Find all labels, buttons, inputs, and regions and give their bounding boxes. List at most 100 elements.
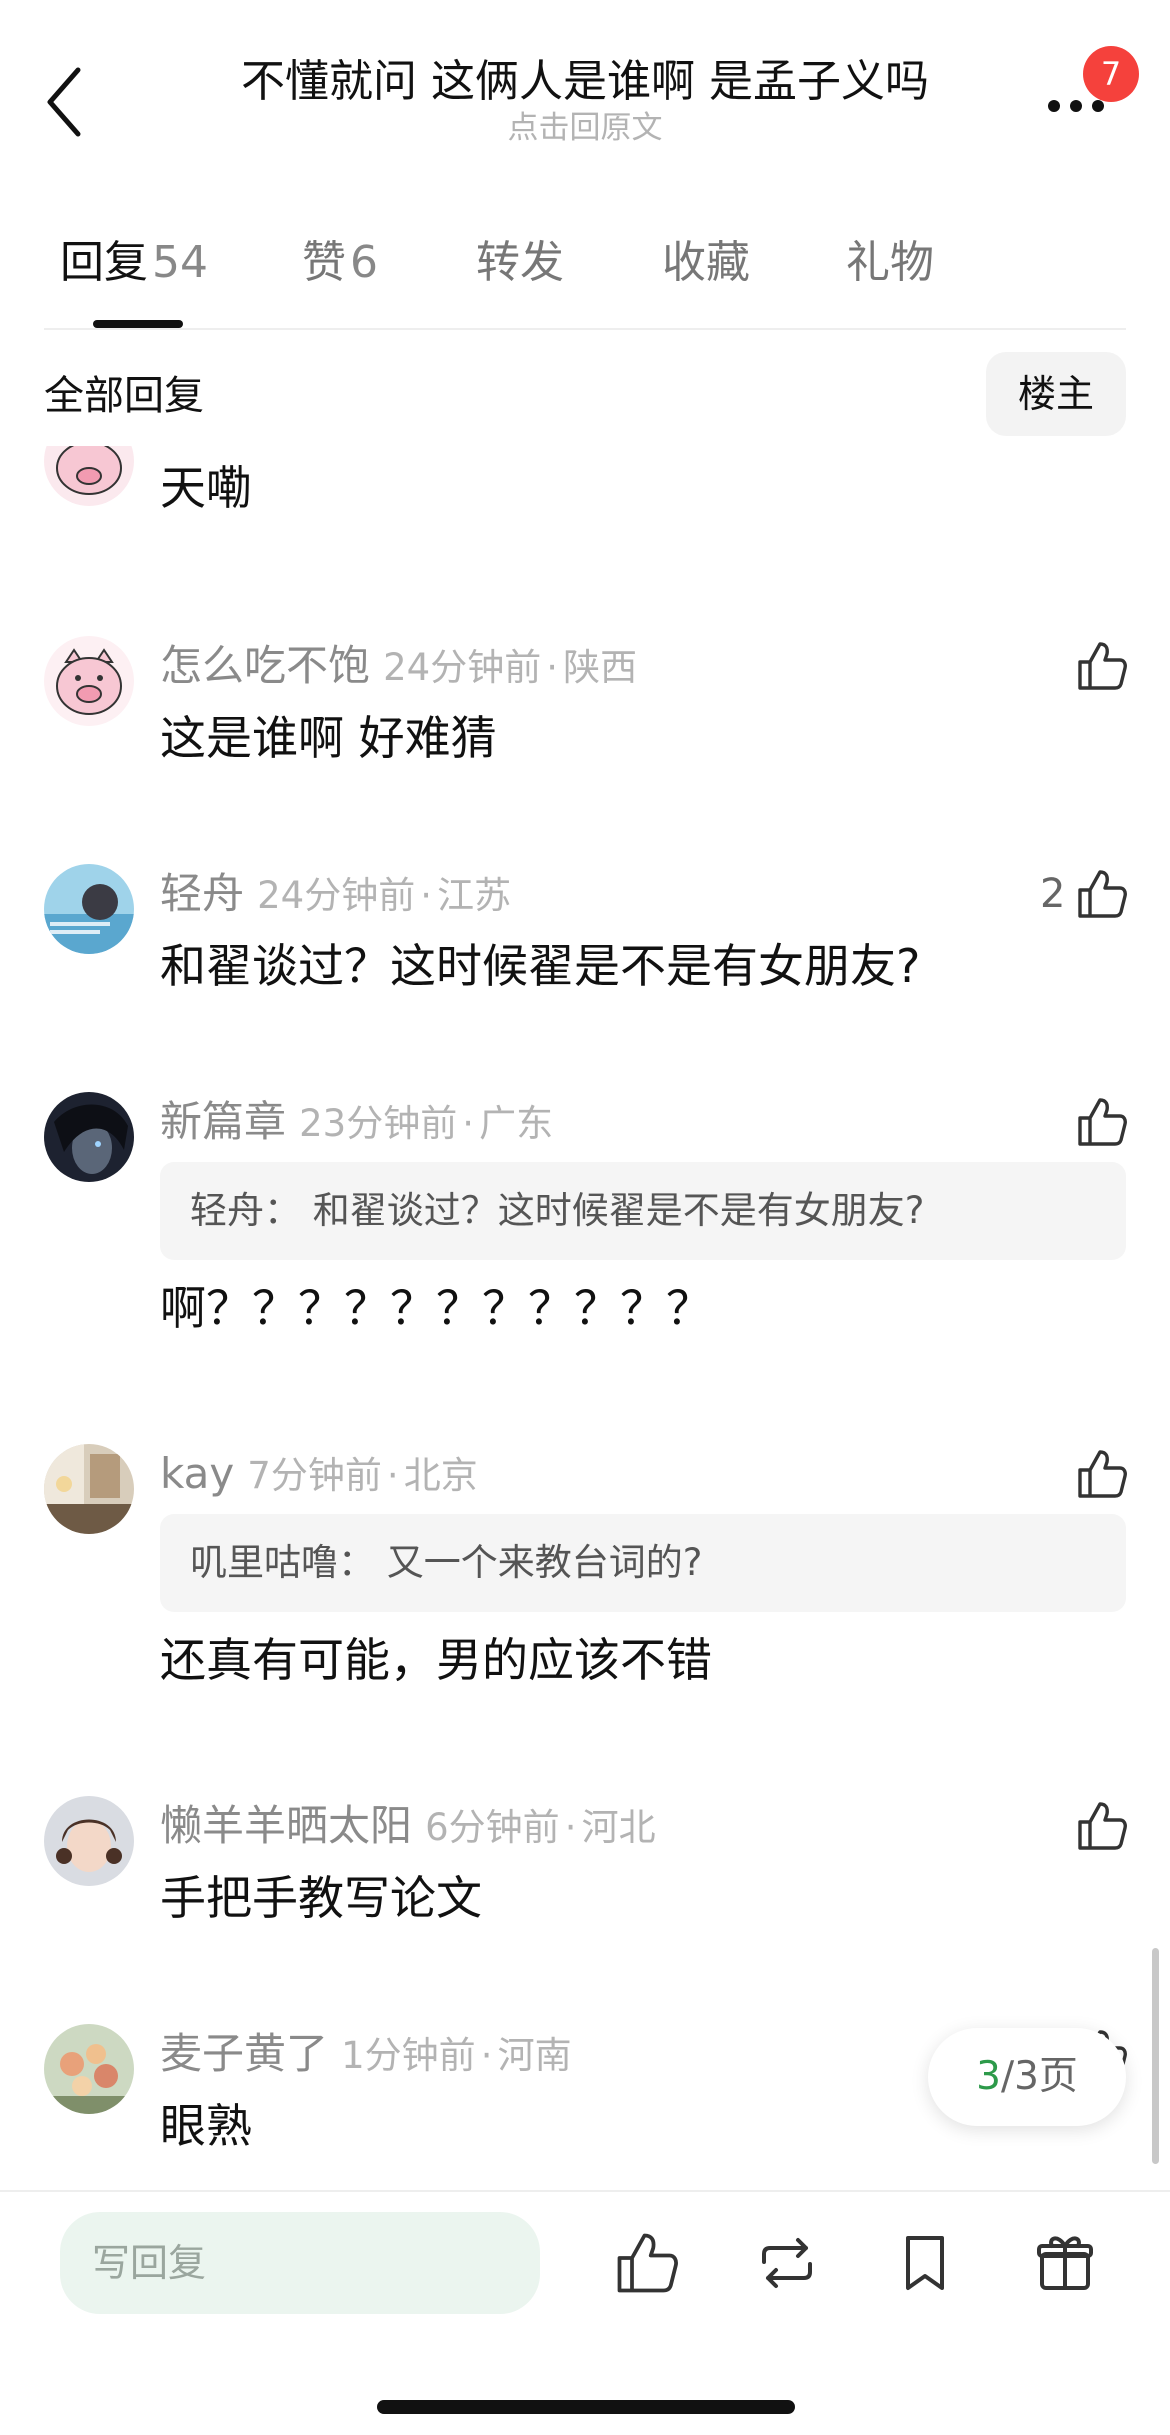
comment-item: 懒羊羊晒太阳 6分钟前 · 河北 手把手教写论文 xyxy=(0,1796,1170,1956)
username[interactable]: 麦子黄了 xyxy=(160,2029,328,2078)
comment-detail-page: 不懂就问 这俩人是谁啊 是孟子义吗 点击回原文 7 回复54 赞6 转发 收藏 … xyxy=(0,0,1170,2435)
comment-meta: 轻舟 24分钟前 · 江苏 xyxy=(160,864,511,933)
thumbs-up-icon xyxy=(1078,870,1127,918)
separator: · xyxy=(462,1102,475,1145)
location: 河北 xyxy=(581,1806,656,1849)
total-pages: /3页 xyxy=(1000,2054,1078,2099)
like-button[interactable] xyxy=(1074,1094,1130,1150)
username[interactable]: 懒羊羊晒太阳 xyxy=(160,1801,412,1850)
like-post-button[interactable] xyxy=(612,2228,682,2298)
gift-button[interactable] xyxy=(1030,2228,1100,2298)
pig-avatar-icon xyxy=(44,636,134,726)
comment-text: 这是谁啊 好难猜 xyxy=(160,711,497,765)
thumbs-up-icon xyxy=(1078,642,1127,690)
comment-list: 天嘞 怎么吃不饱 24分钟前 · 陕西 这是谁啊 好难猜 轻舟 24分钟前 · … xyxy=(0,446,1170,2186)
timestamp: 7分钟前 xyxy=(247,1454,382,1497)
comment-item: kay 7分钟前 · 北京 叽里咕噜： 又一个来教台词的? 还真有可能，男的应该… xyxy=(0,1444,1170,1687)
more-dot xyxy=(1092,100,1104,112)
quoted-reply[interactable]: 叽里咕噜： 又一个来教台词的? xyxy=(160,1514,1126,1612)
quoted-reply[interactable]: 轻舟： 和翟谈过？这时候翟是不是有女朋友? xyxy=(160,1162,1126,1260)
current-page: 3 xyxy=(976,2054,1001,2099)
avatar[interactable] xyxy=(44,1796,134,1886)
tab-label: 礼物 xyxy=(846,237,934,288)
username[interactable]: kay xyxy=(160,1449,234,1498)
timestamp: 6分钟前 xyxy=(425,1806,560,1849)
avatar[interactable] xyxy=(44,2024,134,2114)
timestamp: 24分钟前 xyxy=(383,646,542,689)
comment-item: 新篇章 23分钟前 · 广东 轻舟： 和翟谈过？这时候翟是不是有女朋友? 啊？？… xyxy=(0,1092,1170,1335)
comment-text: 天嘞 xyxy=(160,461,252,515)
separator: · xyxy=(564,1806,577,1849)
thumbs-up-icon xyxy=(1078,1098,1127,1146)
comment-meta: kay 7分钟前 · 北京 xyxy=(160,1444,478,1513)
home-indicator xyxy=(377,2400,795,2414)
comment-text: 啊？？？？？？？？？？？ xyxy=(160,1281,712,1335)
avatar[interactable] xyxy=(44,446,134,506)
location: 江苏 xyxy=(437,874,512,917)
like-button[interactable] xyxy=(1074,1446,1130,1502)
comment-item: 怎么吃不饱 24分钟前 · 陕西 这是谁啊 好难猜 xyxy=(0,636,1170,796)
dark-portrait-avatar-icon xyxy=(44,1092,134,1182)
thumbs-up-icon xyxy=(1078,1802,1127,1850)
username[interactable]: 怎么吃不饱 xyxy=(160,641,370,690)
tab-label: 转发 xyxy=(476,237,564,288)
like-count: 2 xyxy=(1040,871,1066,917)
girl-portrait-avatar-icon xyxy=(44,1796,134,1886)
separator: · xyxy=(546,646,559,689)
tab-label: 赞 xyxy=(302,237,346,288)
page-title: 不懂就问 这俩人是谁啊 是孟子义吗 xyxy=(241,56,929,107)
avatar[interactable] xyxy=(44,636,134,726)
back-button[interactable] xyxy=(42,64,102,144)
tab-likes[interactable]: 赞6 xyxy=(302,228,378,298)
repost-button[interactable] xyxy=(752,2228,822,2298)
username[interactable]: 轻舟 xyxy=(160,869,244,918)
comment-meta: 麦子黄了 1分钟前 · 河南 xyxy=(160,2024,572,2093)
owner-only-button[interactable]: 楼主 xyxy=(986,352,1126,436)
like-button[interactable] xyxy=(1074,638,1130,694)
comment-meta: 新篇章 23分钟前 · 广东 xyxy=(160,1092,553,1161)
location: 北京 xyxy=(403,1454,478,1497)
tab-reposts[interactable]: 转发 xyxy=(476,228,564,298)
comment-text: 手把手教写论文 xyxy=(160,1871,482,1925)
comment-text: 眼熟 xyxy=(160,2099,252,2153)
tab-replies[interactable]: 回复54 xyxy=(60,228,208,298)
avatar[interactable] xyxy=(44,864,134,954)
separator: · xyxy=(420,874,433,917)
timestamp: 1分钟前 xyxy=(341,2034,476,2077)
separator: · xyxy=(386,1454,399,1497)
active-tab-indicator xyxy=(93,320,183,328)
like-button[interactable] xyxy=(1074,1798,1130,1854)
notification-badge: 7 xyxy=(1083,46,1139,102)
repost-icon xyxy=(762,2238,812,2288)
back-to-original-link[interactable]: 点击回原文 xyxy=(200,108,970,148)
room-photo-avatar-icon xyxy=(44,1444,134,1534)
reply-input[interactable] xyxy=(60,2212,540,2314)
tab-favorites[interactable]: 收藏 xyxy=(662,228,750,298)
timestamp: 23分钟前 xyxy=(299,1102,458,1145)
comment-text: 和翟谈过？这时候翟是不是有女朋友? xyxy=(160,939,921,993)
page-indicator[interactable]: 3/3页 xyxy=(928,2028,1126,2126)
tab-label: 回复 xyxy=(60,237,148,288)
like-button[interactable] xyxy=(1074,866,1130,922)
thumbs-up-icon xyxy=(1078,1450,1127,1498)
more-dot xyxy=(1048,100,1060,112)
location: 河南 xyxy=(497,2034,572,2077)
scrollbar[interactable] xyxy=(1152,1948,1159,2164)
more-dot xyxy=(1070,100,1082,112)
location: 广东 xyxy=(479,1102,554,1145)
tab-gifts[interactable]: 礼物 xyxy=(846,228,934,298)
tab-count: 54 xyxy=(152,237,208,288)
comment-meta: 懒羊羊晒太阳 6分钟前 · 河北 xyxy=(160,1796,656,1865)
all-replies-label: 全部回复 xyxy=(44,373,204,419)
comment-text: 还真有可能，男的应该不错 xyxy=(160,1633,712,1687)
flowers-avatar-icon xyxy=(44,2024,134,2114)
avatar[interactable] xyxy=(44,1444,134,1534)
tab-label: 收藏 xyxy=(662,237,750,288)
avatar[interactable] xyxy=(44,1092,134,1182)
blue-photo-avatar-icon xyxy=(44,864,134,954)
pig-avatar-icon xyxy=(44,446,134,506)
bookmark-button[interactable] xyxy=(890,2228,960,2298)
username[interactable]: 新篇章 xyxy=(160,1097,286,1146)
timestamp: 24分钟前 xyxy=(257,874,416,917)
separator: · xyxy=(480,2034,493,2077)
